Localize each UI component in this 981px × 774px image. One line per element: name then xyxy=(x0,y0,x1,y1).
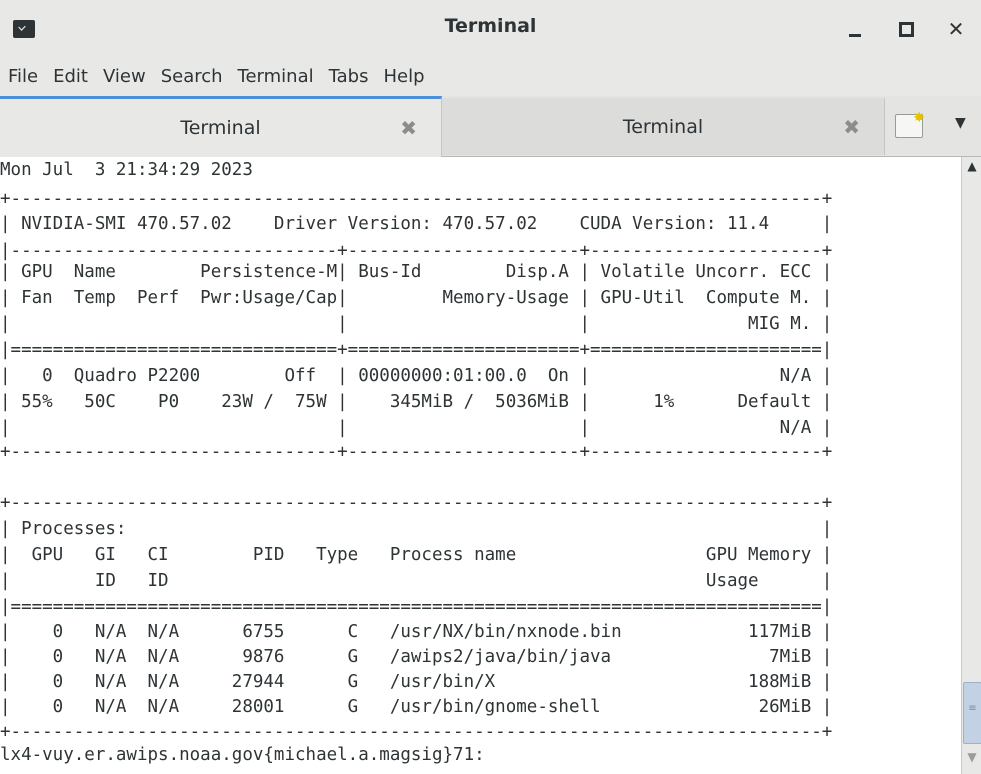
terminal-line: | 55% 50C P0 23W / 75W | 345MiB / 5036Mi… xyxy=(0,392,833,412)
menu-file[interactable]: File xyxy=(0,58,45,96)
terminal-line: +---------------------------------------… xyxy=(0,493,833,513)
terminal-line: | ID ID Usage | xyxy=(0,571,833,591)
title-bar: Terminal ✕ xyxy=(0,0,981,58)
terminal-line: +-------------------------------+-------… xyxy=(0,442,833,462)
tab-label: Terminal xyxy=(622,115,704,138)
vertical-scrollbar[interactable]: ▲ ▼ xyxy=(961,157,981,774)
menu-help[interactable]: Help xyxy=(375,58,431,96)
terminal-line: | | | N/A | xyxy=(0,418,833,438)
terminal-output[interactable]: Mon Jul 3 21:34:29 2023 +----------------… xyxy=(0,157,961,774)
terminal-line: |===============================+=======… xyxy=(0,340,833,360)
scroll-thumb[interactable] xyxy=(963,682,981,744)
terminal-line: | GPU GI CI PID Type Process name GPU Me… xyxy=(0,545,833,565)
terminal-line: | Fan Temp Perf Pwr:Usage/Cap| Memory-Us… xyxy=(0,288,833,308)
terminal-line: | 0 N/A N/A 6755 C /usr/NX/bin/nxnode.bi… xyxy=(0,622,833,642)
terminal-line: | 0 Quadro P2200 Off | 00000000:01:00.0 … xyxy=(0,366,833,386)
tab-label: Terminal xyxy=(180,117,261,139)
tab-close-icon[interactable]: ✖ xyxy=(400,116,417,140)
terminal-line: | Processes: | xyxy=(0,519,833,539)
new-tab-star-icon: ✸ xyxy=(913,110,925,126)
new-tab-button[interactable]: ✸ xyxy=(895,110,925,138)
tab-close-icon[interactable]: ✖ xyxy=(843,115,860,139)
menu-tabs[interactable]: Tabs xyxy=(321,58,376,96)
tab-list-chevron-down-icon[interactable]: ▼ xyxy=(955,115,966,131)
terminal-line: | 0 N/A N/A 9876 G /awips2/java/bin/java… xyxy=(0,647,833,667)
terminal-line: | | | MIG M. | xyxy=(0,314,833,334)
scroll-up-arrow-icon[interactable]: ▲ xyxy=(962,159,981,183)
terminal-line: | 0 N/A N/A 28001 G /usr/bin/gnome-shell… xyxy=(0,697,833,717)
terminal-line: +---------------------------------------… xyxy=(0,189,833,209)
menu-search[interactable]: Search xyxy=(153,58,230,96)
minimize-button[interactable] xyxy=(840,14,870,44)
menu-edit[interactable]: Edit xyxy=(45,58,95,96)
scroll-down-arrow-icon[interactable]: ▼ xyxy=(962,750,981,774)
menu-terminal[interactable]: Terminal xyxy=(230,58,321,96)
menu-view[interactable]: View xyxy=(95,58,153,96)
tab-terminal-1[interactable]: Terminal ✖ xyxy=(0,96,442,157)
terminal-line: |=======================================… xyxy=(0,597,833,617)
shell-prompt: lx4-vuy.er.awips.noaa.gov{michael.a.mags… xyxy=(0,745,496,765)
tab-terminal-2[interactable]: Terminal ✖ xyxy=(442,98,885,155)
terminal-line: | GPU Name Persistence-M| Bus-Id Disp.A … xyxy=(0,262,833,282)
minimize-icon xyxy=(849,33,861,37)
tab-bar: Terminal ✖ Terminal ✖ xyxy=(0,96,981,157)
menu-bar: File Edit View Search Terminal Tabs Help xyxy=(0,58,981,96)
terminal-line: | 0 N/A N/A 27944 G /usr/bin/X 188MiB | xyxy=(0,672,833,692)
terminal-line: | NVIDIA-SMI 470.57.02 Driver Version: 4… xyxy=(0,214,833,234)
terminal-line: +---------------------------------------… xyxy=(0,722,833,742)
maximize-button[interactable] xyxy=(891,14,921,44)
close-button[interactable]: ✕ xyxy=(941,14,971,44)
maximize-icon xyxy=(898,21,914,37)
terminal-line: Mon Jul 3 21:34:29 2023 xyxy=(0,160,253,180)
close-icon: ✕ xyxy=(947,17,965,41)
window-title: Terminal xyxy=(444,15,537,37)
